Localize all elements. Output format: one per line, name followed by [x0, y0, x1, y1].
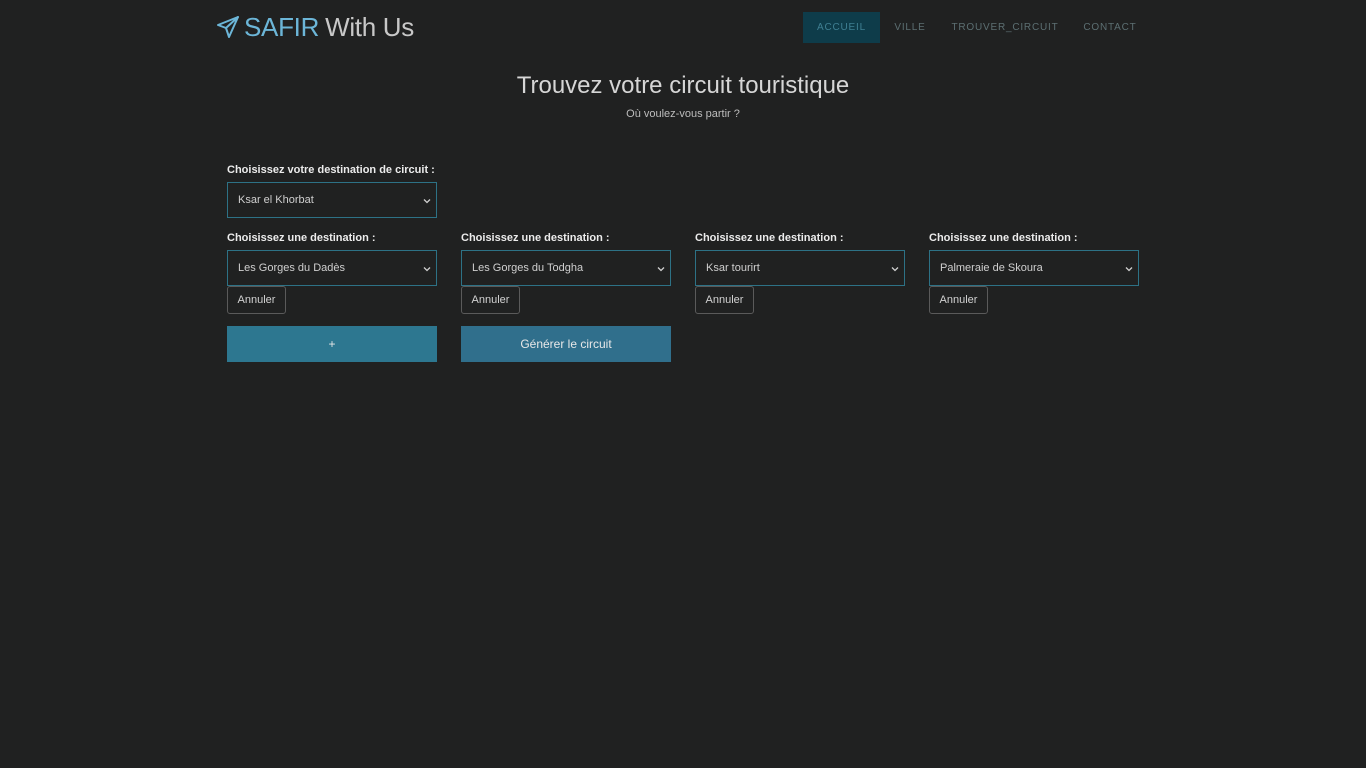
page-header: Trouvez votre circuit touristique Où vou…	[0, 70, 1366, 120]
paper-plane-icon	[216, 15, 240, 39]
destination-label-4: Choisissez une destination :	[929, 232, 1078, 244]
destination-value-2: Les Gorges du Todgha	[472, 262, 584, 274]
chevron-down-icon	[657, 267, 665, 272]
chevron-down-icon	[423, 199, 431, 204]
navbar: SAFIR With Us ACCUEIL VILLE TROUVER_CIRC…	[0, 0, 1366, 54]
page-title: Trouvez votre circuit touristique	[516, 72, 850, 99]
generate-circuit-button[interactable]: Générer le circuit	[461, 326, 671, 362]
brand-tagline: With Us	[325, 11, 414, 42]
brand-logo[interactable]: SAFIR With Us	[216, 10, 414, 44]
chevron-down-icon	[1125, 267, 1133, 272]
cancel-button-2[interactable]: Annuler	[461, 286, 520, 314]
page-subtitle: Où voulez-vous partir ?	[626, 108, 740, 120]
destination-value-4: Palmeraie de Skoura	[940, 262, 1043, 274]
nav-item-trouver-circuit[interactable]: TROUVER_CIRCUIT	[940, 12, 1070, 43]
destination-label-3: Choisissez une destination :	[695, 232, 844, 244]
brand-name: SAFIR	[244, 11, 320, 42]
nav-item-ville[interactable]: VILLE	[880, 12, 940, 43]
circuit-destination-value: Ksar el Khorbat	[238, 194, 314, 206]
main-nav: ACCUEIL VILLE TROUVER_CIRCUIT CONTACT	[803, 12, 1150, 43]
circuit-destination-select[interactable]: Ksar el Khorbat	[227, 182, 437, 218]
destination-select-1[interactable]: Les Gorges du Dadès	[227, 250, 437, 286]
destination-label-2: Choisissez une destination :	[461, 232, 610, 244]
destination-value-1: Les Gorges du Dadès	[238, 262, 346, 274]
add-destination-button[interactable]: +	[227, 326, 437, 362]
cancel-button-1[interactable]: Annuler	[227, 286, 286, 314]
destination-select-2[interactable]: Les Gorges du Todgha	[461, 250, 671, 286]
circuit-destination-label: Choisissez votre destination de circuit …	[227, 164, 435, 176]
destination-select-4[interactable]: Palmeraie de Skoura	[929, 250, 1139, 286]
destination-label-1: Choisissez une destination :	[227, 232, 376, 244]
cancel-button-3[interactable]: Annuler	[695, 286, 754, 314]
destination-value-3: Ksar tourirt	[706, 262, 760, 274]
destination-select-3[interactable]: Ksar tourirt	[695, 250, 905, 286]
nav-item-accueil[interactable]: ACCUEIL	[803, 12, 880, 43]
cancel-button-4[interactable]: Annuler	[929, 286, 988, 314]
chevron-down-icon	[423, 267, 431, 272]
chevron-down-icon	[891, 267, 899, 272]
nav-item-contact[interactable]: CONTACT	[1070, 12, 1150, 43]
